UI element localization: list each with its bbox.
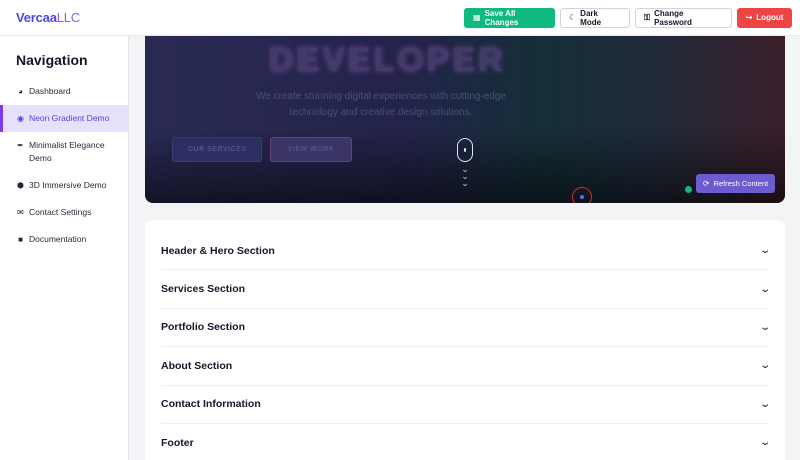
brand-suffix: LLC [56,10,80,25]
sidebar-item-neon-gradient[interactable]: ◉ Neon Gradient Demo [0,105,128,132]
sidebar-item-3d-immersive[interactable]: ⬢ 3D Immersive Demo [0,172,128,199]
hero-preview: DEVELOPER We create stunning digital exp… [145,36,785,203]
dark-mode-label: Dark Mode [580,8,602,27]
dashboard-icon: ◕ [18,87,23,96]
accordion-item-label: Portfolio Section [161,321,245,334]
sidebar-item-minimalist[interactable]: ✒ Minimalist Elegance Demo [0,132,128,172]
chevron-down-icon: ⌄ [758,398,771,410]
envelope-icon: ✉ [17,208,24,217]
hero-heading: DEVELOPER [269,41,506,79]
sidebar-item-label: Contact Settings [29,207,92,217]
chevron-down-icon: ⌄ [758,283,771,295]
our-services-button[interactable]: OUR SERVICES [172,137,262,162]
top-bar: VercaaLLC ▦ Save All Changes ☾ Dark Mode… [0,0,800,36]
accordion-item-label: Contact Information [161,398,261,411]
logout-icon: ↪ [745,12,753,22]
logout-button[interactable]: ↪ Logout [737,7,792,28]
accordion-item-services[interactable]: Services Section ⌄ [161,270,771,309]
sidebar: Navigation ◕ Dashboard ◉ Neon Gradient D… [0,36,129,460]
feather-icon: ✒ [17,141,24,150]
refresh-icon: ⟳ [702,178,710,188]
chevron-down-icon: ⌄ [758,321,771,333]
hero-subtitle: We create stunning digital experiences w… [256,91,506,118]
sidebar-item-label: Documentation [29,234,87,244]
cursor-dot [580,195,584,199]
save-all-button[interactable]: ▦ Save All Changes [464,7,555,28]
sidebar-item-label: Neon Gradient Demo [29,113,110,123]
accordion-item-label: Header & Hero Section [161,244,275,257]
refresh-content-button[interactable]: ⟳ Refresh Content [696,174,775,193]
chevron-down-icon: ⌄ [758,360,771,372]
accordion-item-contact-information[interactable]: Contact Information ⌄ [161,386,771,424]
save-icon: ▦ [473,12,481,22]
scroll-indicator-dot [464,148,466,152]
chevron-down-icon: ⌄ [758,437,771,449]
accordion-item-about[interactable]: About Section ⌄ [161,347,771,386]
view-work-button[interactable]: VIEW WORK [270,137,352,162]
sidebar-item-dashboard[interactable]: ◕ Dashboard [0,78,128,105]
change-password-label: Change Password [654,8,692,27]
logout-label: Logout [756,13,784,22]
brand-logo[interactable]: VercaaLLC [16,10,80,25]
accordion-item-portfolio[interactable]: Portfolio Section ⌄ [161,309,771,348]
accordion-item-footer[interactable]: Footer ⌄ [161,424,771,460]
moon-icon: ☾ [569,12,577,22]
sidebar-item-label: Dashboard [29,86,71,96]
sidebar-item-contact-settings[interactable]: ✉ Contact Settings [0,199,128,226]
accordion-item-label: Footer [161,436,194,449]
chevron-down-icon: ⌄ ⌄ ⌄ [461,164,469,188]
save-all-label: Save All Changes [484,8,519,27]
brand-name: Vercaa [16,10,57,25]
chevron-down-icon: ⌄ [758,245,771,257]
status-dot [685,186,692,193]
key-icon: ⚿ [644,12,651,22]
sidebar-item-label: 3D Immersive Demo [29,180,107,190]
nav-title: Navigation [16,52,88,68]
accordion-item-header-hero[interactable]: Header & Hero Section ⌄ [161,232,771,271]
top-actions: ▦ Save All Changes ☾ Dark Mode ⚿ Change … [464,7,792,28]
scroll-indicator[interactable] [457,138,473,162]
book-icon: ■ [18,235,23,244]
change-password-button[interactable]: ⚿ Change Password [635,7,732,28]
dark-mode-button[interactable]: ☾ Dark Mode [560,7,630,28]
sidebar-item-label: Minimalist Elegance Demo [29,140,105,163]
cube-icon: ⬢ [17,181,24,190]
accordion-item-label: Services Section [161,283,246,296]
palette-icon: ◉ [17,114,24,123]
accordion-item-label: About Section [161,359,233,372]
sidebar-item-documentation[interactable]: ■ Documentation [0,226,128,253]
refresh-content-label: Refresh Content [713,179,769,188]
sections-accordion: Header & Hero Section ⌄ Services Section… [145,220,785,460]
